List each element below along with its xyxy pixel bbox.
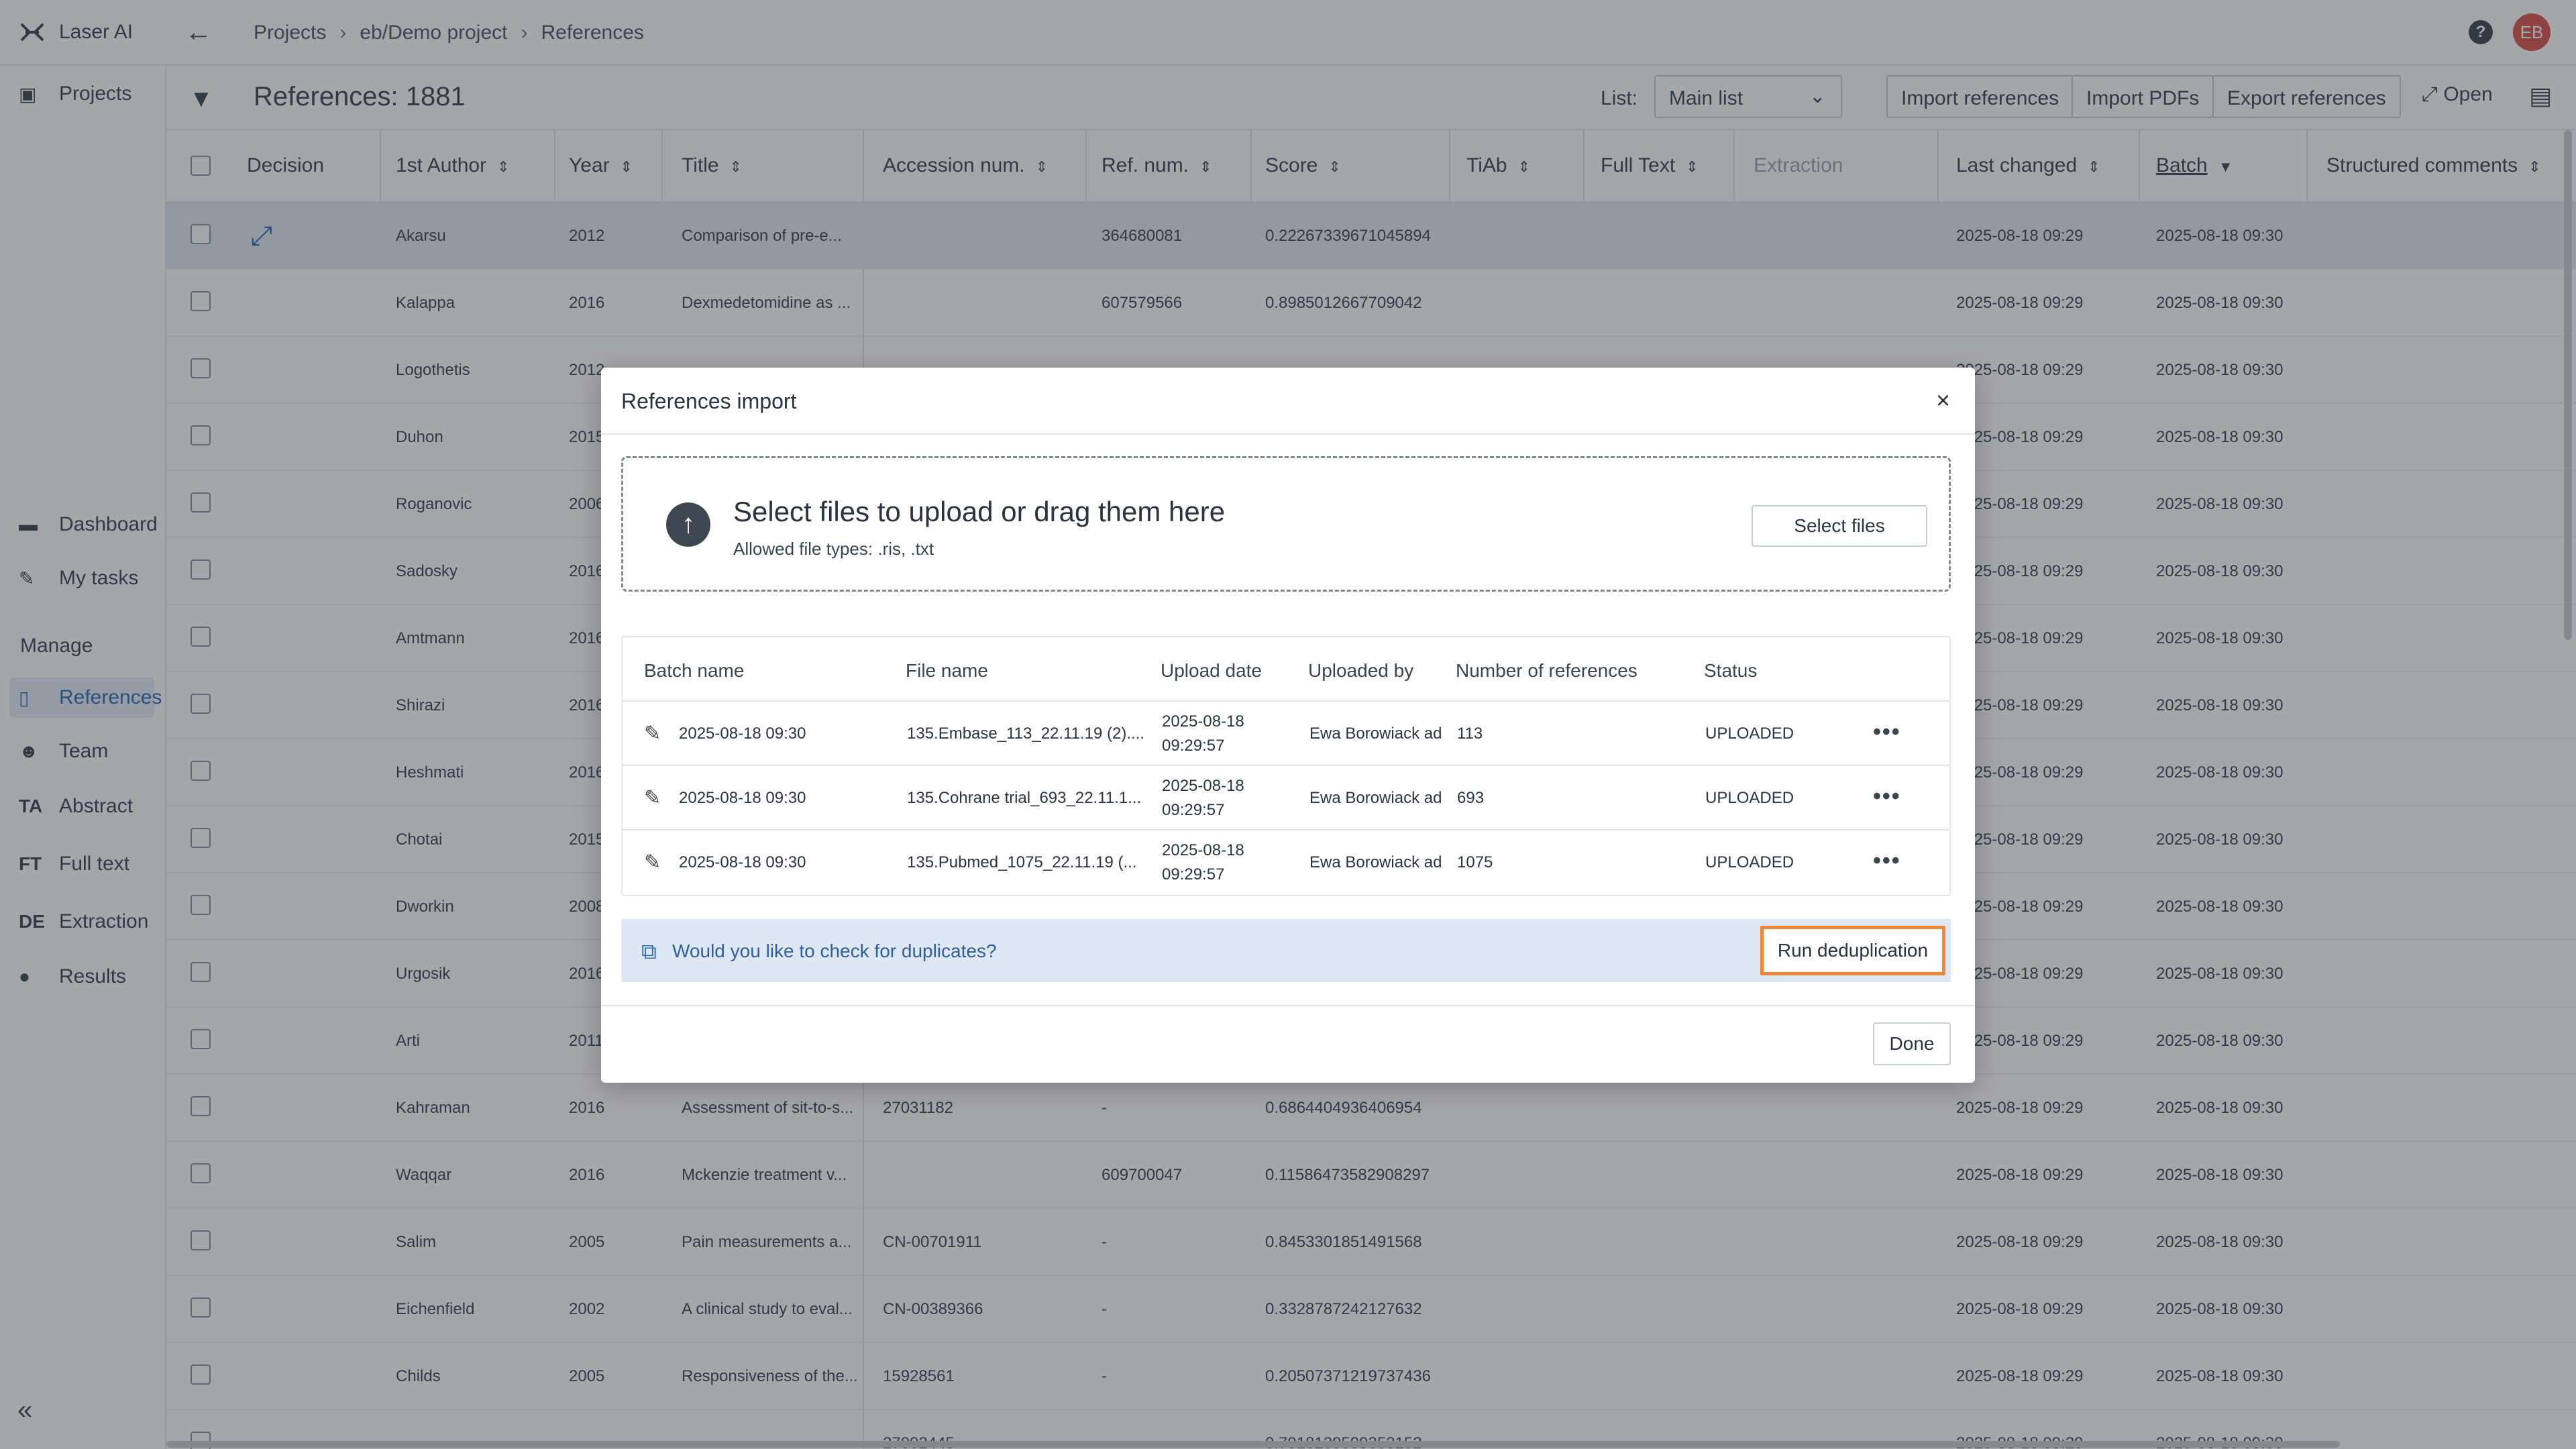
file-dropzone[interactable]: ↑ Select files to upload or drag them he…	[621, 456, 1951, 592]
close-icon[interactable]: ×	[1936, 386, 1950, 415]
upload-date: 2025-08-18	[1162, 841, 1244, 859]
pencil-icon[interactable]: ✎	[644, 722, 661, 745]
upload-row: ✎ 2025-08-18 09:30 135.Cohrane trial_693_2…	[623, 766, 1949, 830]
select-files-button[interactable]: Select files	[1752, 505, 1927, 547]
deduplication-banner: ⧉ Would you like to check for duplicates…	[621, 919, 1951, 982]
dropzone-title: Select files to upload or drag them here	[733, 496, 1226, 527]
uploaded-by: Ewa Borowiack adı	[1309, 789, 1441, 807]
duplicate-icon: ⧉	[641, 939, 657, 963]
upload-reference-count: 693	[1457, 789, 1485, 807]
upload-status: UPLOADED	[1705, 724, 1794, 743]
upload-file-name: 135.Pubmed_1075_22.11.19 (...	[907, 853, 1137, 871]
upload-reference-count: 1075	[1457, 853, 1493, 871]
upload-reference-count: 113	[1457, 724, 1483, 743]
more-options-icon[interactable]: •••	[1873, 848, 1901, 874]
upload-time: 09:29:57	[1162, 801, 1225, 819]
uploaded-by: Ewa Borowiack adı	[1309, 853, 1441, 871]
col-upload-date: Upload date	[1161, 660, 1263, 681]
upload-arrow-icon: ↑	[666, 502, 710, 547]
modal-footer-divider	[601, 1005, 1975, 1006]
modal-header: References import ×	[601, 368, 1975, 435]
upload-file-name: 135.Cohrane trial_693_22.11.1...	[907, 789, 1142, 807]
upload-batch-name: 2025-08-18 09:30	[679, 724, 806, 743]
modal-title: References import	[621, 389, 797, 413]
upload-file-name: 135.Embase_113_22.11.19 (2)....	[907, 724, 1145, 743]
upload-date: 2025-08-18	[1162, 712, 1244, 731]
run-deduplication-button[interactable]: Run deduplication	[1760, 926, 1945, 975]
uploaded-by: Ewa Borowiack adı	[1309, 724, 1441, 743]
dropzone-file-types: Allowed file types: .ris, .txt	[733, 539, 934, 559]
pencil-icon[interactable]: ✎	[644, 786, 661, 810]
dedup-question: Would you like to check for duplicates?	[672, 941, 997, 961]
more-options-icon[interactable]: •••	[1873, 719, 1901, 745]
upload-row: ✎ 2025-08-18 09:30 135.Pubmed_1075_22.11.1…	[623, 830, 1949, 895]
upload-batch-name: 2025-08-18 09:30	[679, 853, 806, 871]
col-uploaded-by: Uploaded by	[1308, 660, 1414, 681]
references-import-modal: References import × ↑ Select files to up…	[601, 368, 1975, 1083]
upload-time: 09:29:57	[1162, 865, 1225, 883]
uploads-table: Batch name File name Upload date Uploade…	[621, 636, 1951, 896]
col-file-name: File name	[906, 660, 988, 681]
upload-batch-name: 2025-08-18 09:30	[679, 789, 806, 807]
upload-time: 09:29:57	[1162, 737, 1225, 755]
col-status: Status	[1704, 660, 1758, 681]
uploads-table-header: Batch name File name Upload date Uploade…	[623, 637, 1949, 702]
done-button[interactable]: Done	[1873, 1022, 1951, 1065]
upload-status: UPLOADED	[1705, 853, 1794, 871]
pencil-icon[interactable]: ✎	[644, 851, 661, 874]
upload-date: 2025-08-18	[1162, 777, 1244, 795]
col-batch-name: Batch name	[644, 660, 745, 681]
more-options-icon[interactable]: •••	[1873, 784, 1901, 810]
upload-status: UPLOADED	[1705, 789, 1794, 807]
col-number-of-references: Number of references	[1456, 660, 1638, 681]
upload-row: ✎ 2025-08-18 09:30 135.Embase_113_22.11.19…	[623, 702, 1949, 766]
